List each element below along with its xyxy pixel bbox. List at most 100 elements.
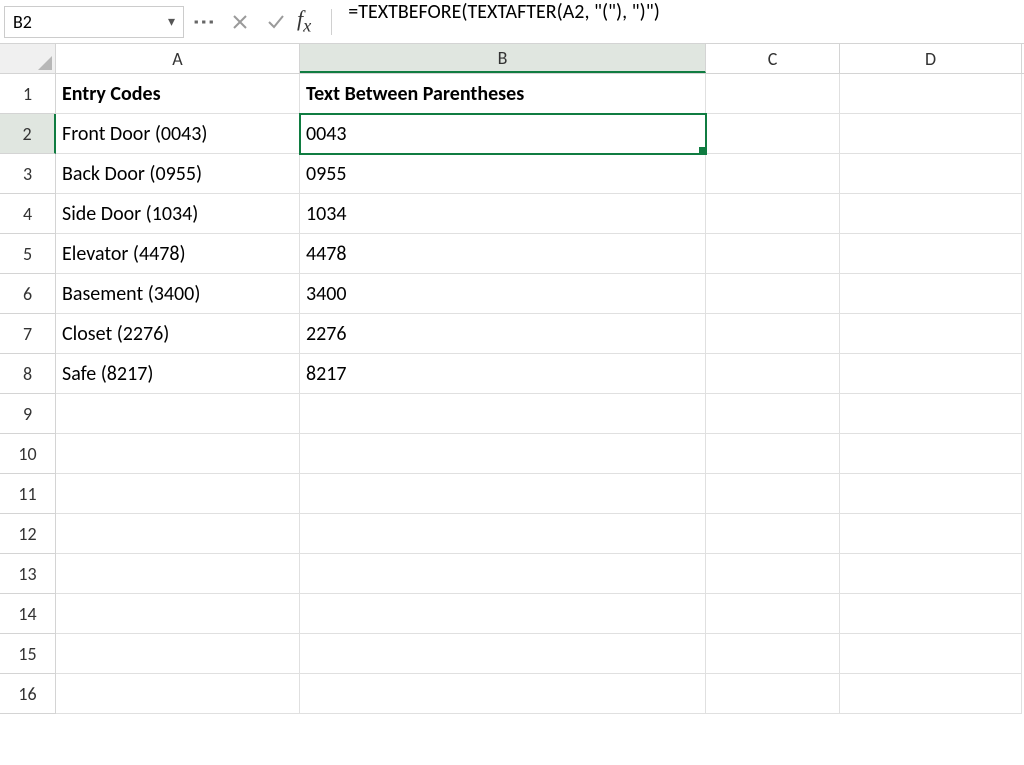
table-row: 13 <box>0 554 1024 594</box>
cell-D13[interactable] <box>840 554 1022 594</box>
cell-A4[interactable]: Side Door (1034) <box>56 194 300 234</box>
row-header[interactable]: 11 <box>0 474 56 514</box>
row-header[interactable]: 8 <box>0 354 56 394</box>
col-header-B[interactable]: B <box>300 44 706 73</box>
row-header[interactable]: 13 <box>0 554 56 594</box>
cell-D15[interactable] <box>840 634 1022 674</box>
cell-A2[interactable]: Front Door (0043) <box>56 114 300 154</box>
cell-C14[interactable] <box>706 594 840 634</box>
cell-B4[interactable]: 1034 <box>300 194 706 234</box>
cell-D12[interactable] <box>840 514 1022 554</box>
table-row: 1 Entry Codes Text Between Parentheses <box>0 74 1024 114</box>
cell-B15[interactable] <box>300 634 706 674</box>
cell-A9[interactable] <box>56 394 300 434</box>
col-header-D[interactable]: D <box>840 44 1022 73</box>
row-header[interactable]: 4 <box>0 194 56 234</box>
table-row: 11 <box>0 474 1024 514</box>
row-header[interactable]: 16 <box>0 674 56 714</box>
cell-B14[interactable] <box>300 594 706 634</box>
cell-D2[interactable] <box>840 114 1022 154</box>
cell-A15[interactable] <box>56 634 300 674</box>
cell-A5[interactable]: Elevator (4478) <box>56 234 300 274</box>
row-header[interactable]: 3 <box>0 154 56 194</box>
cell-A8[interactable]: Safe (8217) <box>56 354 300 394</box>
cell-B13[interactable] <box>300 554 706 594</box>
cell-C9[interactable] <box>706 394 840 434</box>
row-header[interactable]: 7 <box>0 314 56 354</box>
cancel-formula-button[interactable] <box>225 7 255 37</box>
fx-icon[interactable]: fx <box>297 6 311 36</box>
cell-A16[interactable] <box>56 674 300 714</box>
spreadsheet-grid: A B C D 1 Entry Codes Text Between Paren… <box>0 44 1024 714</box>
cell-C11[interactable] <box>706 474 840 514</box>
cell-B9[interactable] <box>300 394 706 434</box>
cell-C12[interactable] <box>706 514 840 554</box>
accept-formula-button[interactable] <box>261 7 291 37</box>
row-header[interactable]: 1 <box>0 74 56 114</box>
cell-D6[interactable] <box>840 274 1022 314</box>
cell-C5[interactable] <box>706 234 840 274</box>
cell-B1[interactable]: Text Between Parentheses <box>300 74 706 114</box>
cell-A13[interactable] <box>56 554 300 594</box>
row-header[interactable]: 14 <box>0 594 56 634</box>
cell-A6[interactable]: Basement (3400) <box>56 274 300 314</box>
cell-C1[interactable] <box>706 74 840 114</box>
cell-C13[interactable] <box>706 554 840 594</box>
row-header[interactable]: 6 <box>0 274 56 314</box>
row-header[interactable]: 9 <box>0 394 56 434</box>
row-header[interactable]: 12 <box>0 514 56 554</box>
cell-D5[interactable] <box>840 234 1022 274</box>
cell-B6[interactable]: 3400 <box>300 274 706 314</box>
cell-C2[interactable] <box>706 114 840 154</box>
cell-D3[interactable] <box>840 154 1022 194</box>
formula-input[interactable]: =TEXTBEFORE(TEXTAFTER(A2, "("), ")") <box>344 0 1020 43</box>
cell-C8[interactable] <box>706 354 840 394</box>
cell-C15[interactable] <box>706 634 840 674</box>
drag-handle-icon[interactable]: ⋮ <box>191 11 218 32</box>
cell-C3[interactable] <box>706 154 840 194</box>
table-row: 8 Safe (8217) 8217 <box>0 354 1024 394</box>
col-header-C[interactable]: C <box>706 44 840 73</box>
cell-C16[interactable] <box>706 674 840 714</box>
cell-C4[interactable] <box>706 194 840 234</box>
select-all-corner[interactable] <box>0 44 56 73</box>
table-row: 3 Back Door (0955) 0955 <box>0 154 1024 194</box>
formula-bar: B2 ▾ ⋮ fx =TEXTBEFORE(TEXTAFTER(A2, "(")… <box>0 0 1024 44</box>
cell-A3[interactable]: Back Door (0955) <box>56 154 300 194</box>
row-header[interactable]: 15 <box>0 634 56 674</box>
cell-D14[interactable] <box>840 594 1022 634</box>
cell-A1[interactable]: Entry Codes <box>56 74 300 114</box>
row-header[interactable]: 5 <box>0 234 56 274</box>
cell-C6[interactable] <box>706 274 840 314</box>
cell-B16[interactable] <box>300 674 706 714</box>
row-header[interactable]: 10 <box>0 434 56 474</box>
cell-B10[interactable] <box>300 434 706 474</box>
cell-B8[interactable]: 8217 <box>300 354 706 394</box>
cell-A14[interactable] <box>56 594 300 634</box>
cell-B3[interactable]: 0955 <box>300 154 706 194</box>
chevron-down-icon[interactable]: ▾ <box>168 13 175 30</box>
cell-C7[interactable] <box>706 314 840 354</box>
name-box[interactable]: B2 ▾ <box>4 6 184 38</box>
cell-A7[interactable]: Closet (2276) <box>56 314 300 354</box>
cell-A11[interactable] <box>56 474 300 514</box>
cell-B2[interactable]: 0043 <box>300 114 706 154</box>
cell-D11[interactable] <box>840 474 1022 514</box>
cell-D4[interactable] <box>840 194 1022 234</box>
cell-B5[interactable]: 4478 <box>300 234 706 274</box>
cell-B11[interactable] <box>300 474 706 514</box>
cell-B7[interactable]: 2276 <box>300 314 706 354</box>
cell-B12[interactable] <box>300 514 706 554</box>
cell-D8[interactable] <box>840 354 1022 394</box>
cell-D1[interactable] <box>840 74 1022 114</box>
row-header[interactable]: 2 <box>0 114 56 154</box>
cell-A12[interactable] <box>56 514 300 554</box>
col-header-A[interactable]: A <box>56 44 300 73</box>
cell-D10[interactable] <box>840 434 1022 474</box>
cell-D9[interactable] <box>840 394 1022 434</box>
cell-D16[interactable] <box>840 674 1022 714</box>
cell-A10[interactable] <box>56 434 300 474</box>
cell-C10[interactable] <box>706 434 840 474</box>
table-row: 9 <box>0 394 1024 434</box>
cell-D7[interactable] <box>840 314 1022 354</box>
